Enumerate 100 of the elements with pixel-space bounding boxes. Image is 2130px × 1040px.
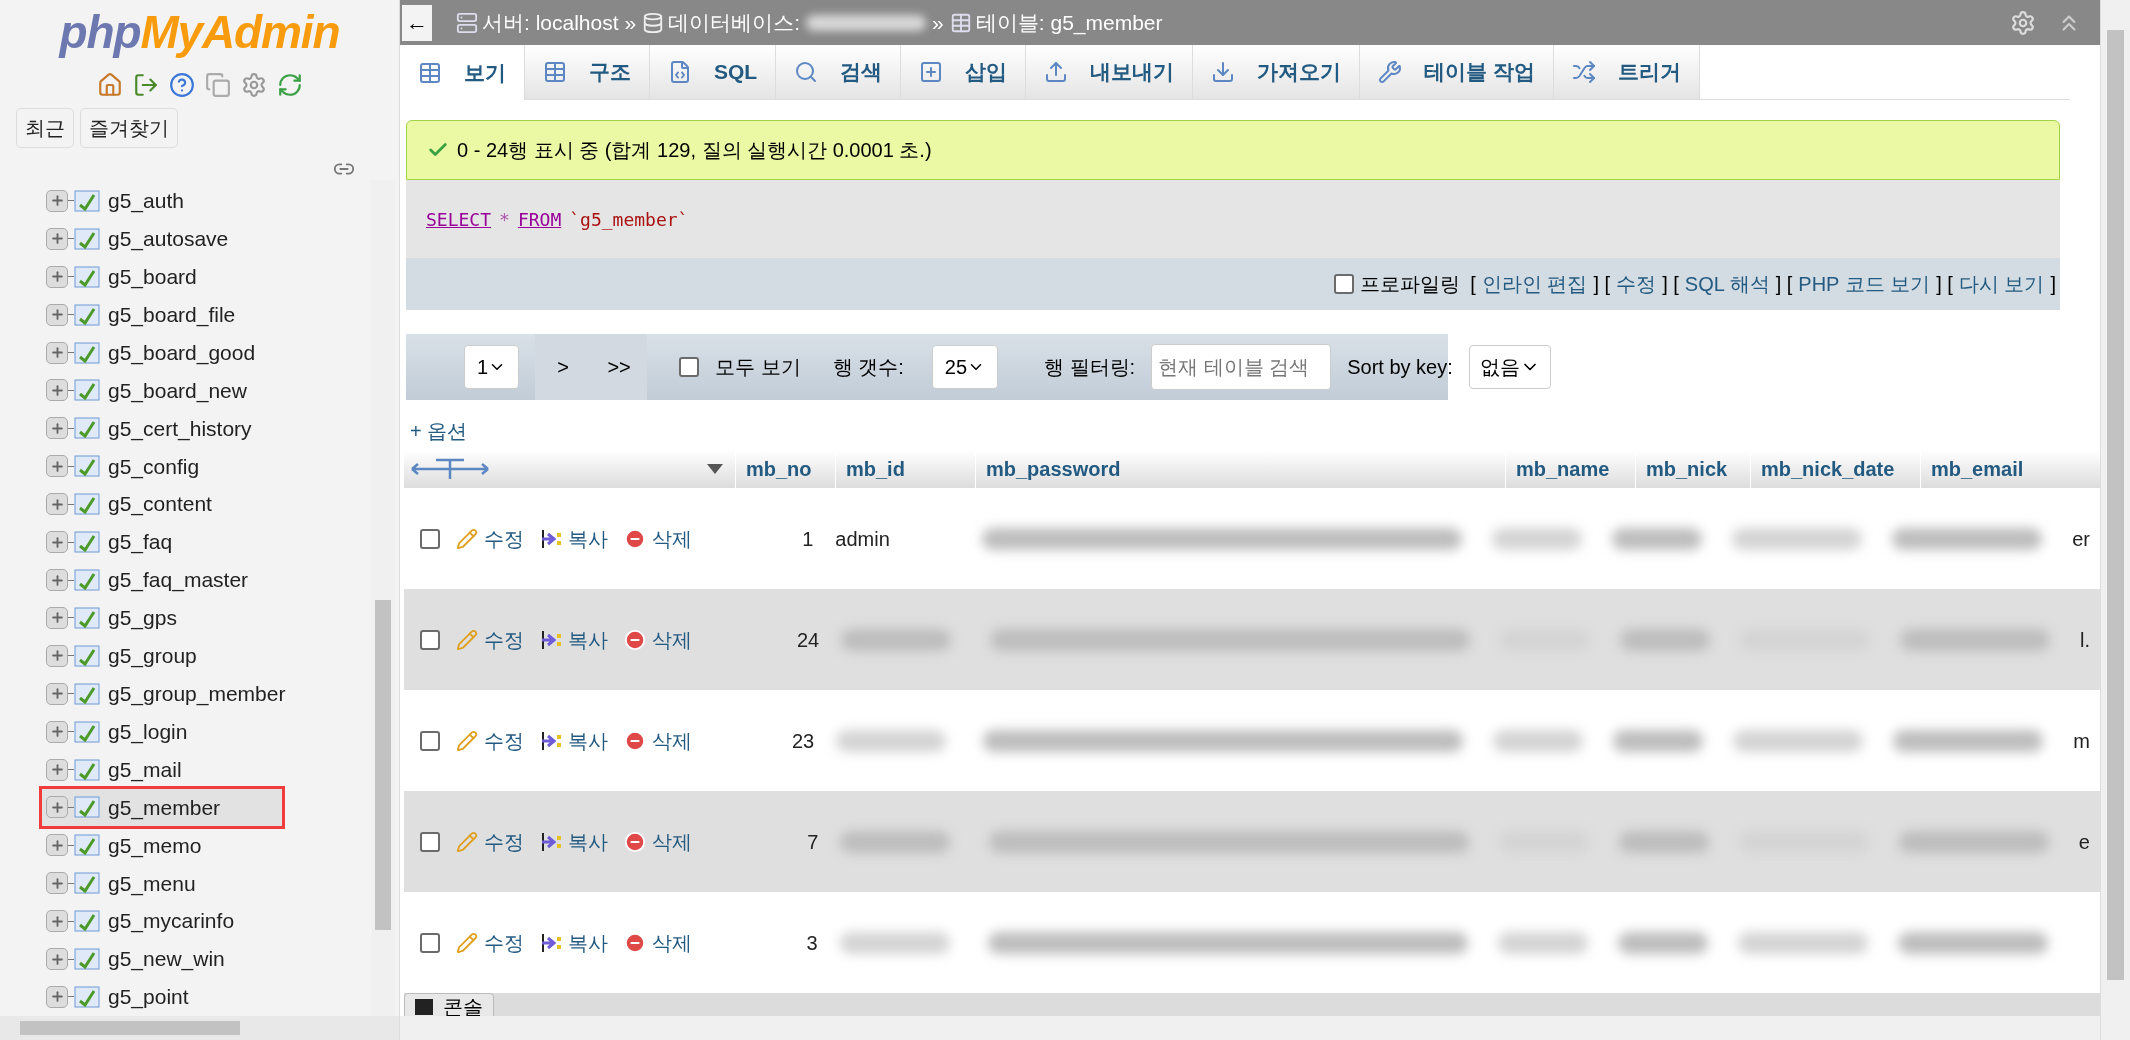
home-icon[interactable] <box>96 72 123 98</box>
table-tree-item[interactable]: g5_config <box>42 447 371 486</box>
tab[interactable]: 삽입 <box>901 45 1027 100</box>
expand-icon[interactable] <box>46 265 68 288</box>
settings-icon[interactable] <box>240 72 267 98</box>
exit-icon[interactable] <box>132 72 159 98</box>
checkbox[interactable] <box>420 831 440 852</box>
row-action-link[interactable]: 수정 <box>484 725 524 756</box>
delete-icon[interactable] <box>624 931 646 954</box>
checkbox[interactable] <box>1334 274 1355 294</box>
tab[interactable]: 가져오기 <box>1193 45 1361 100</box>
table-tree-item[interactable]: g5_mycarinfo <box>42 902 371 941</box>
table-name[interactable]: g5_faq <box>108 526 173 558</box>
options-link[interactable]: + 옵션 <box>410 416 468 446</box>
table-name[interactable]: g5_board <box>108 261 197 293</box>
next-page-button[interactable]: > <box>535 334 592 400</box>
table-name[interactable]: g5_board_new <box>108 374 247 407</box>
reload-icon[interactable] <box>276 72 303 98</box>
expand-icon[interactable] <box>46 986 68 1008</box>
table-name[interactable]: g5_faq_master <box>108 564 249 596</box>
table-tree-item[interactable]: g5_login <box>42 712 371 751</box>
checkbox[interactable] <box>420 730 440 751</box>
tab[interactable]: SQL <box>650 45 777 100</box>
expand-icon[interactable] <box>46 796 68 819</box>
nav-button[interactable]: 즐겨찾기 <box>80 108 178 148</box>
table-name[interactable]: g5_board_good <box>108 336 256 369</box>
table-name[interactable]: g5_content <box>108 488 212 520</box>
row-action-link[interactable]: 수정 <box>484 826 524 857</box>
table-tree-item[interactable]: g5_board_new <box>42 371 371 410</box>
table-name[interactable]: g5_login <box>108 715 188 748</box>
row-action-link[interactable]: 수정 <box>484 523 524 554</box>
expand-icon[interactable] <box>46 606 68 629</box>
nav-button[interactable]: 최근 <box>16 108 74 148</box>
expand-icon[interactable] <box>46 341 68 364</box>
checkbox[interactable] <box>420 528 440 549</box>
scrollbar[interactable] <box>2100 0 2130 1040</box>
expand-icon[interactable] <box>46 569 68 591</box>
table-tree-item[interactable]: g5_faq <box>42 523 371 562</box>
table-name[interactable]: g5_mycarinfo <box>108 905 235 937</box>
table-tree-item[interactable]: g5_group_member <box>42 674 371 713</box>
scrollbar[interactable] <box>400 1016 2100 1040</box>
table-tree-item[interactable]: g5_mail <box>42 750 371 789</box>
table-name[interactable]: g5_autosave <box>108 223 229 255</box>
tab[interactable]: 구조 <box>525 45 650 100</box>
settings-icon[interactable] <box>2010 9 2036 36</box>
table-name[interactable]: g5_config <box>108 450 200 483</box>
table-name[interactable]: g5_group <box>108 640 197 672</box>
row-action-link[interactable]: 복사 <box>568 725 608 756</box>
expand-icon[interactable] <box>46 303 68 326</box>
insert-icon[interactable] <box>540 931 562 954</box>
last-page-button[interactable]: >> <box>591 334 648 400</box>
table-tree-item[interactable]: g5_memo <box>42 826 371 865</box>
expand-icon[interactable] <box>46 948 68 971</box>
checkbox[interactable] <box>420 629 440 650</box>
insert-icon[interactable] <box>540 729 562 752</box>
logo[interactable]: phpMyAdmin <box>59 6 340 58</box>
table-tree-item[interactable]: g5_board <box>42 257 371 296</box>
insert-icon[interactable] <box>540 830 562 853</box>
breadcrumb-link[interactable]: 데이터베이스: <box>668 6 801 39</box>
table-name[interactable]: g5_member <box>108 791 221 824</box>
table-tree-item[interactable]: g5_board_good <box>42 333 371 372</box>
tab[interactable]: 내보내기 <box>1026 45 1194 100</box>
breadcrumb-link[interactable]: 테이블: g5_member <box>975 6 1163 39</box>
table-tree-item[interactable]: g5_gps <box>42 598 371 637</box>
expand-icon[interactable] <box>46 455 68 478</box>
rows-select[interactable]: 25 <box>931 345 999 389</box>
table-tree-item[interactable]: g5_point <box>42 978 371 1016</box>
insert-icon[interactable] <box>540 628 562 651</box>
table-tree-item[interactable]: g5_autosave <box>42 219 371 258</box>
checkbox[interactable] <box>679 357 700 377</box>
tab[interactable]: 테이블 작업 <box>1360 45 1554 100</box>
table-name[interactable]: g5_new_win <box>108 943 225 975</box>
delete-icon[interactable] <box>624 527 646 550</box>
table-name[interactable]: g5_point <box>108 981 189 1013</box>
sort-select[interactable]: 없음 <box>1468 345 1551 389</box>
expand-icon[interactable] <box>46 379 68 402</box>
table-tree-item[interactable]: g5_content <box>42 485 371 524</box>
expand-icon[interactable] <box>46 720 68 743</box>
expand-icon[interactable] <box>46 417 68 440</box>
row-action-link[interactable]: 수정 <box>484 927 524 958</box>
expand-icon[interactable] <box>46 834 68 857</box>
console-tab[interactable]: 콘솔 <box>404 993 494 1016</box>
query-link[interactable]: 수정 <box>1616 269 1657 299</box>
row-action-link[interactable]: 복사 <box>568 826 608 857</box>
table-name[interactable]: g5_menu <box>108 867 196 899</box>
table-name[interactable]: g5_group_member <box>108 678 286 710</box>
table-name[interactable]: g5_board_file <box>108 298 236 331</box>
expand-icon[interactable] <box>46 644 68 667</box>
expand-icon[interactable] <box>46 493 68 516</box>
expand-icon[interactable] <box>46 758 68 781</box>
dropdown-triangle-icon[interactable] <box>707 464 723 474</box>
back-button[interactable]: ← <box>402 4 432 41</box>
expand-icon[interactable] <box>46 872 68 895</box>
expand-icon[interactable] <box>46 531 68 554</box>
page-select[interactable]: 1 <box>464 345 520 389</box>
table-tree-item[interactable]: g5_cert_history <box>42 409 371 448</box>
table-tree-item[interactable]: g5_group <box>42 636 371 675</box>
insert-icon[interactable] <box>540 527 562 550</box>
query-link[interactable]: SQL 해석 <box>1684 269 1770 299</box>
expand-icon[interactable] <box>46 682 68 705</box>
